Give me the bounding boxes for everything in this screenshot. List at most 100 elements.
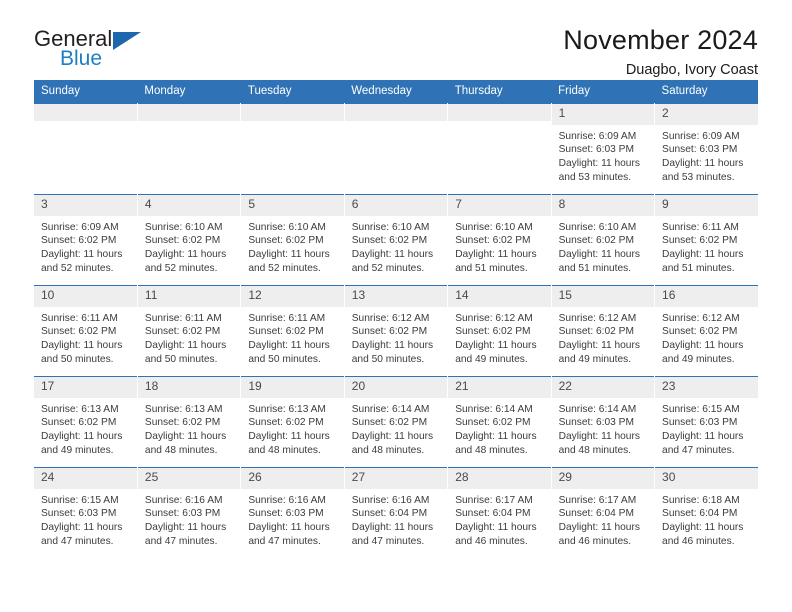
day-number: 10 [34, 286, 137, 307]
calendar-day-cell-empty [447, 103, 552, 195]
day-details: Sunrise: 6:16 AM Sunset: 6:03 PM Daylight:… [138, 489, 240, 548]
sunset-text: Sunset: 6:02 PM [248, 235, 324, 247]
calendar-day-cell[interactable]: 5 Sunrise: 6:10 AM Sunset: 6:02 PM Daylight… [240, 194, 345, 286]
day-number: 19 [241, 377, 344, 398]
sunset-text: Sunset: 6:02 PM [144, 326, 221, 338]
sunrise-text: Sunrise: 6:12 AM [558, 312, 637, 324]
day-details: Sunrise: 6:11 AM Sunset: 6:02 PM Daylight:… [241, 307, 343, 366]
day-details: Sunrise: 6:13 AM Sunset: 6:02 PM Daylight:… [34, 398, 136, 457]
day-details: Sunrise: 6:13 AM Sunset: 6:02 PM Daylight:… [241, 398, 343, 457]
calendar-day-cell[interactable]: 13 Sunrise: 6:12 AM Sunset: 6:02 PM Dayligh… [344, 285, 449, 377]
calendar-day-cell[interactable]: 6 Sunrise: 6:10 AM Sunset: 6:02 PM Daylight… [344, 194, 449, 286]
sunset-text: Sunset: 6:03 PM [662, 417, 738, 429]
calendar-day-cell[interactable]: 4 Sunrise: 6:10 AM Sunset: 6:02 PM Daylight… [137, 194, 242, 286]
calendar-day-cell[interactable]: 3 Sunrise: 6:09 AM Sunset: 6:02 PM Daylight… [34, 194, 138, 286]
day-number [34, 104, 137, 121]
calendar-week-row: 1 Sunrise: 6:09 AM Sunset: 6:03 PM Daylight… [34, 103, 758, 195]
sunset-text: Sunset: 6:02 PM [248, 326, 324, 338]
day-details: Sunrise: 6:15 AM Sunset: 6:03 PM Daylight:… [655, 398, 758, 457]
sunrise-text: Sunrise: 6:11 AM [662, 221, 739, 233]
sunset-text: Sunset: 6:02 PM [455, 235, 531, 247]
day-number: 6 [344, 195, 447, 216]
day-details: Sunrise: 6:10 AM Sunset: 6:02 PM Daylight:… [448, 216, 550, 275]
sunrise-text: Sunrise: 6:16 AM [144, 494, 223, 506]
weekday-header-saturday: Saturday [654, 80, 758, 104]
sunset-text: Sunset: 6:04 PM [662, 508, 738, 520]
sunrise-text: Sunrise: 6:14 AM [558, 403, 637, 415]
sunrise-text: Sunrise: 6:11 AM [248, 312, 326, 324]
sunset-text: Sunset: 6:02 PM [351, 417, 428, 429]
daylight-text: Daylight: 11 hours and 48 minutes. [144, 430, 227, 456]
weekday-header-tuesday: Tuesday [240, 80, 345, 104]
sunrise-text: Sunrise: 6:12 AM [455, 312, 533, 324]
day-details: Sunrise: 6:18 AM Sunset: 6:04 PM Daylight:… [655, 489, 758, 548]
day-number: 3 [34, 195, 137, 216]
day-number: 9 [655, 195, 758, 216]
sunrise-text: Sunrise: 6:10 AM [248, 221, 326, 233]
sunrise-text: Sunrise: 6:16 AM [351, 494, 430, 506]
calendar-body: 1 Sunrise: 6:09 AM Sunset: 6:03 PM Daylight… [34, 103, 758, 558]
day-details: Sunrise: 6:14 AM Sunset: 6:02 PM Daylight:… [448, 398, 550, 457]
day-number: 26 [241, 468, 344, 489]
day-details: Sunrise: 6:17 AM Sunset: 6:04 PM Daylight:… [552, 489, 654, 548]
day-details: Sunrise: 6:16 AM Sunset: 6:04 PM Daylight:… [345, 489, 447, 548]
calendar-day-cell[interactable]: 14 Sunrise: 6:12 AM Sunset: 6:02 PM Dayligh… [447, 285, 552, 377]
day-number: 15 [551, 286, 654, 307]
calendar-day-cell[interactable]: 8 Sunrise: 6:10 AM Sunset: 6:02 PM Daylight… [551, 194, 656, 286]
day-details: Sunrise: 6:10 AM Sunset: 6:02 PM Daylight:… [138, 216, 240, 275]
sunrise-text: Sunrise: 6:13 AM [144, 403, 223, 415]
daylight-text: Daylight: 11 hours and 48 minutes. [455, 430, 537, 456]
daylight-text: Daylight: 11 hours and 46 minutes. [662, 521, 744, 547]
weekday-header-sunday: Sunday [34, 80, 138, 104]
sunset-text: Sunset: 6:02 PM [144, 235, 221, 247]
title-block: November 2024 Duagbo, Ivory Coast [563, 26, 758, 79]
day-number: 28 [448, 468, 551, 489]
calendar-week-row: 3 Sunrise: 6:09 AM Sunset: 6:02 PM Daylight… [34, 194, 758, 286]
calendar-day-cell[interactable]: 20 Sunrise: 6:14 AM Sunset: 6:02 PM Dayligh… [344, 376, 449, 468]
day-number: 24 [34, 468, 137, 489]
sunrise-text: Sunrise: 6:16 AM [248, 494, 326, 506]
calendar-day-cell[interactable]: 12 Sunrise: 6:11 AM Sunset: 6:02 PM Dayligh… [240, 285, 345, 377]
calendar-day-cell[interactable]: 27 Sunrise: 6:16 AM Sunset: 6:04 PM Dayligh… [344, 467, 449, 558]
calendar-day-cell[interactable]: 25 Sunrise: 6:16 AM Sunset: 6:03 PM Dayligh… [137, 467, 242, 558]
calendar-day-cell[interactable]: 7 Sunrise: 6:10 AM Sunset: 6:02 PM Daylight… [447, 194, 552, 286]
day-number: 27 [344, 468, 447, 489]
calendar-day-cell[interactable]: 29 Sunrise: 6:17 AM Sunset: 6:04 PM Dayligh… [551, 467, 656, 558]
sunset-text: Sunset: 6:02 PM [248, 417, 324, 429]
calendar-day-cell[interactable]: 18 Sunrise: 6:13 AM Sunset: 6:02 PM Dayligh… [137, 376, 242, 468]
calendar-day-cell[interactable]: 23 Sunrise: 6:15 AM Sunset: 6:03 PM Dayligh… [654, 376, 758, 468]
day-details: Sunrise: 6:10 AM Sunset: 6:02 PM Daylight:… [345, 216, 447, 275]
calendar-day-cell[interactable]: 9 Sunrise: 6:11 AM Sunset: 6:02 PM Daylight… [654, 194, 758, 286]
daylight-text: Daylight: 11 hours and 50 minutes. [248, 339, 330, 365]
calendar-day-cell[interactable]: 11 Sunrise: 6:11 AM Sunset: 6:02 PM Dayligh… [137, 285, 242, 377]
day-number: 18 [137, 377, 240, 398]
calendar-day-cell[interactable]: 16 Sunrise: 6:12 AM Sunset: 6:02 PM Dayligh… [654, 285, 758, 377]
calendar-day-cell[interactable]: 19 Sunrise: 6:13 AM Sunset: 6:02 PM Dayligh… [240, 376, 345, 468]
calendar-day-cell[interactable]: 28 Sunrise: 6:17 AM Sunset: 6:04 PM Dayligh… [447, 467, 552, 558]
calendar-day-cell[interactable]: 26 Sunrise: 6:16 AM Sunset: 6:03 PM Dayligh… [240, 467, 345, 558]
calendar-day-cell[interactable]: 17 Sunrise: 6:13 AM Sunset: 6:02 PM Dayligh… [34, 376, 138, 468]
sunset-text: Sunset: 6:02 PM [455, 417, 531, 429]
day-details: Sunrise: 6:16 AM Sunset: 6:03 PM Daylight:… [241, 489, 343, 548]
day-details: Sunrise: 6:10 AM Sunset: 6:02 PM Daylight:… [552, 216, 654, 275]
calendar-day-cell[interactable]: 1 Sunrise: 6:09 AM Sunset: 6:03 PM Daylight… [551, 103, 656, 195]
sunrise-text: Sunrise: 6:13 AM [41, 403, 119, 415]
daylight-text: Daylight: 11 hours and 47 minutes. [144, 521, 227, 547]
sunrise-text: Sunrise: 6:14 AM [455, 403, 533, 415]
calendar-day-cell[interactable]: 2 Sunrise: 6:09 AM Sunset: 6:03 PM Daylight… [654, 103, 758, 195]
calendar-day-cell[interactable]: 21 Sunrise: 6:14 AM Sunset: 6:02 PM Dayligh… [447, 376, 552, 468]
calendar-day-cell[interactable]: 24 Sunrise: 6:15 AM Sunset: 6:03 PM Dayligh… [34, 467, 138, 558]
day-number [241, 104, 344, 121]
day-details: Sunrise: 6:09 AM Sunset: 6:02 PM Daylight:… [34, 216, 136, 275]
daylight-text: Daylight: 11 hours and 52 minutes. [248, 248, 330, 274]
sunrise-text: Sunrise: 6:17 AM [455, 494, 533, 506]
calendar-day-cell[interactable]: 15 Sunrise: 6:12 AM Sunset: 6:02 PM Dayligh… [551, 285, 656, 377]
sunset-text: Sunset: 6:04 PM [455, 508, 531, 520]
calendar-day-cell[interactable]: 30 Sunrise: 6:18 AM Sunset: 6:04 PM Dayligh… [654, 467, 758, 558]
day-number: 1 [551, 104, 654, 125]
calendar-day-cell[interactable]: 22 Sunrise: 6:14 AM Sunset: 6:03 PM Dayligh… [551, 376, 656, 468]
day-number: 7 [448, 195, 551, 216]
day-details: Sunrise: 6:12 AM Sunset: 6:02 PM Daylight:… [345, 307, 447, 366]
calendar-day-cell[interactable]: 10 Sunrise: 6:11 AM Sunset: 6:02 PM Dayligh… [34, 285, 138, 377]
day-details: Sunrise: 6:11 AM Sunset: 6:02 PM Daylight:… [34, 307, 136, 366]
